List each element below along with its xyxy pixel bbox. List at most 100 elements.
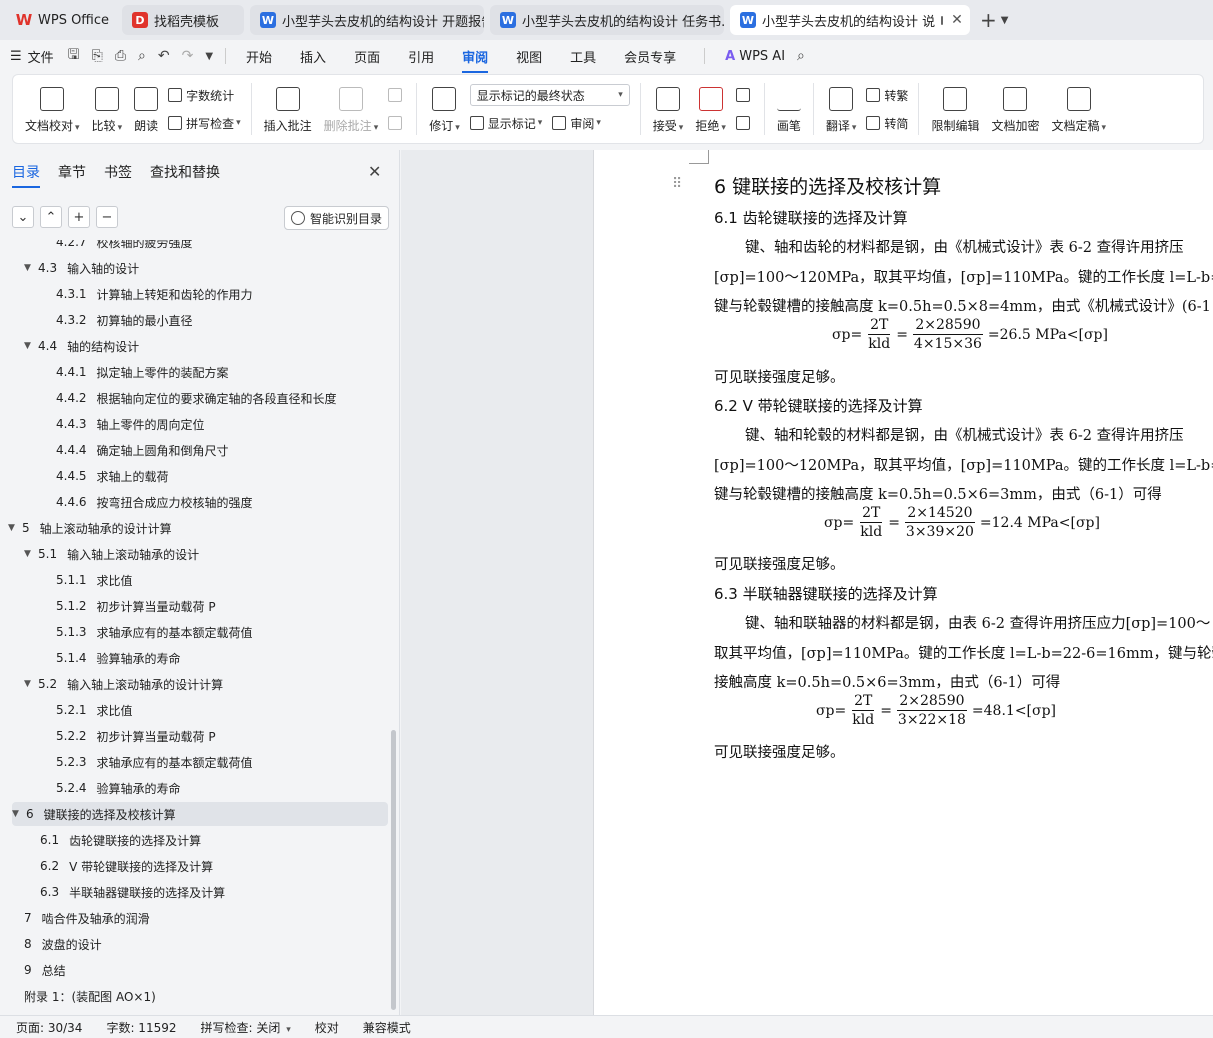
toc-item[interactable]: 4.4.4 确定轴上圆角和倒角尺寸	[0, 438, 229, 462]
new-tab-icon[interactable]: +	[980, 8, 997, 32]
tab-wps-office[interactable]: W WPS Office	[6, 5, 116, 35]
nav-tab-find-replace[interactable]: 查找和替换	[150, 162, 220, 182]
toc-item[interactable]: 5.2.3 求轴承应有的基本额定载荷值	[0, 750, 253, 774]
toc-item[interactable]: 4.2.7 校核轴的疲劳强度	[0, 240, 193, 254]
read-aloud-button[interactable]: 朗读	[128, 79, 164, 139]
add-heading-button[interactable]: +	[68, 206, 90, 228]
tab-insert[interactable]: 插入	[300, 47, 326, 66]
toc-item[interactable]: 7 啮合件及轴承的润滑	[0, 906, 150, 930]
drag-handle-icon[interactable]: ⠿	[672, 176, 682, 192]
expand-caret-icon[interactable]: ▼	[24, 263, 38, 273]
toc-item[interactable]: 4.3.1 计算轴上转矩和齿轮的作用力	[0, 282, 253, 306]
toc-item[interactable]: 6.2 V 带轮键联接的选择及计算	[0, 854, 213, 878]
save-icon[interactable]: 🖫	[68, 44, 80, 68]
toc-item[interactable]: 5.2.1 求比值	[0, 698, 133, 722]
compare-button[interactable]: 比较 ▾	[86, 79, 129, 139]
toc-item[interactable]: ▼ 4.3 输入轴的设计	[0, 256, 139, 280]
expand-caret-icon[interactable]: ▼	[8, 523, 22, 533]
spell-check-status[interactable]: 拼写检查: 关闭 ▾	[201, 1019, 291, 1036]
toc-item[interactable]: 4.4.3 轴上零件的周向定位	[0, 412, 205, 436]
prev-change-button[interactable]	[735, 84, 754, 106]
toc-item[interactable]: 8 波盘的设计	[0, 932, 102, 956]
nav-tab-chapters[interactable]: 章节	[58, 162, 86, 182]
translate-button[interactable]: 翻译 ▾	[820, 79, 863, 139]
close-icon[interactable]: ✕	[951, 12, 963, 28]
doc-finalize-button[interactable]: 文档定稿 ▾	[1045, 79, 1112, 139]
markup-state-select[interactable]: 显示标记的最终状态 ▾	[469, 84, 630, 106]
redo-icon[interactable]: ↷	[182, 48, 194, 64]
pen-button[interactable]: 画笔	[771, 79, 807, 139]
file-menu[interactable]: ☰ 文件	[10, 47, 54, 66]
expand-caret-icon[interactable]: ▼	[24, 549, 38, 559]
insert-comment-button[interactable]: 插入批注	[258, 79, 318, 139]
accept-button[interactable]: 接受 ▾	[647, 79, 690, 139]
search-icon[interactable]: ⌕	[797, 48, 805, 64]
toc-item-selected[interactable]: ▼ 6 键联接的选择及校核计算	[12, 802, 388, 826]
nav-tab-bookmarks[interactable]: 书签	[104, 162, 132, 182]
tab-tools[interactable]: 工具	[570, 47, 596, 66]
toc-scrollbar[interactable]	[391, 730, 396, 1010]
expand-up-button[interactable]: ⌃	[40, 206, 62, 228]
expand-caret-icon[interactable]: ▼	[24, 679, 38, 689]
print-icon[interactable]: ⎙	[115, 48, 126, 64]
toc-item[interactable]: 5.1.4 验算轴承的寿命	[0, 646, 181, 670]
share-icon[interactable]: ⎘	[92, 48, 103, 64]
toc-item[interactable]: 5.1.2 初步计算当量动载荷 P	[0, 594, 216, 618]
chevron-down-icon[interactable]: ▼	[205, 51, 213, 62]
print-preview-icon[interactable]: ⌕	[138, 48, 146, 64]
undo-icon[interactable]: ↶	[158, 48, 170, 64]
toc-item[interactable]: ▼ 5.2 输入轴上滚动轴承的设计计算	[0, 672, 223, 696]
remove-heading-button[interactable]: −	[96, 206, 118, 228]
toc-item[interactable]: 4.4.6 按弯扭合成应力校核轴的强度	[0, 490, 253, 514]
expand-caret-icon[interactable]: ▼	[12, 809, 26, 819]
collapse-all-button[interactable]: ⌄	[12, 206, 34, 228]
toc-item[interactable]: 5.1.1 求比值	[0, 568, 133, 592]
to-traditional-button[interactable]: 转繁	[866, 84, 908, 106]
next-change-button[interactable]	[735, 112, 754, 134]
tab-member[interactable]: 会员专享	[624, 47, 676, 66]
toc-item[interactable]: 5.1.3 求轴承应有的基本额定载荷值	[0, 620, 253, 644]
tab-review[interactable]: 审阅	[462, 47, 489, 73]
review-pane-button[interactable]: 审阅 ▾	[552, 115, 601, 132]
tab-doc-manual-active[interactable]: W 小型芋头去皮机的结构设计 说 ✕	[730, 5, 970, 35]
toc-item[interactable]: 9 总结	[0, 958, 66, 982]
toc-item[interactable]: 附录 1：(装配图 AO×1)	[0, 984, 156, 1008]
chevron-down-icon[interactable]: ▼	[1001, 15, 1009, 26]
next-comment-button[interactable]	[388, 112, 406, 134]
tab-docer-templates[interactable]: D 找稻壳模板	[122, 5, 244, 35]
word-count-button[interactable]: 字数统计	[168, 84, 241, 106]
reject-button[interactable]: 拒绝 ▾	[689, 79, 732, 139]
toc-item[interactable]: 6.1 齿轮键联接的选择及计算	[0, 828, 201, 852]
doc-check-button[interactable]: 文档校对 ▾	[19, 79, 86, 139]
toc-item[interactable]: ▼ 5.1 输入轴上滚动轴承的设计	[0, 542, 199, 566]
smart-toc-button[interactable]: 智能识别目录	[284, 206, 390, 230]
word-count-indicator[interactable]: 字数: 11592	[106, 1019, 176, 1036]
screen-icon[interactable]	[941, 15, 944, 25]
toc-item[interactable]: 5.2.2 初步计算当量动载荷 P	[0, 724, 216, 748]
to-simplified-button[interactable]: 转简	[866, 112, 908, 134]
prev-comment-button[interactable]	[388, 84, 406, 106]
delete-comment-button[interactable]: 删除批注 ▾	[318, 79, 385, 139]
show-markup-button[interactable]: 显示标记 ▾	[469, 115, 542, 132]
toc-item[interactable]: 4.4.5 求轴上的载荷	[0, 464, 169, 488]
toc-item[interactable]: ▼ 4.4 轴的结构设计	[0, 334, 139, 358]
tab-doc-proposal[interactable]: W 小型芋头去皮机的结构设计 开题报告	[250, 5, 484, 35]
spell-check-button[interactable]: 拼写检查 ▾	[168, 112, 241, 134]
revise-button[interactable]: 修订 ▾	[423, 79, 466, 139]
nav-tab-toc[interactable]: 目录	[12, 162, 40, 188]
tab-view[interactable]: 视图	[516, 47, 542, 66]
expand-caret-icon[interactable]: ▼	[24, 341, 38, 351]
tab-start[interactable]: 开始	[246, 47, 272, 66]
proofread-status[interactable]: 校对	[315, 1019, 339, 1036]
toc-item[interactable]: 4.4.1 拟定轴上零件的装配方案	[0, 360, 229, 384]
toc-item[interactable]: ▼ 5 轴上滚动轴承的设计计算	[0, 516, 172, 540]
close-icon[interactable]: ✕	[368, 162, 381, 181]
restrict-edit-button[interactable]: 限制编辑	[925, 79, 985, 139]
wps-ai-button[interactable]: A WPS AI	[725, 49, 785, 64]
page-indicator[interactable]: 页面: 30/34	[16, 1019, 82, 1036]
toc-item[interactable]: 6.3 半联轴器键联接的选择及计算	[0, 880, 225, 904]
toc-item[interactable]: 4.3.2 初算轴的最小直径	[0, 308, 193, 332]
tab-doc-task[interactable]: W 小型芋头去皮机的结构设计 任务书.dc	[490, 5, 724, 35]
doc-encrypt-button[interactable]: 文档加密	[985, 79, 1045, 139]
toc-item[interactable]: 4.4.2 根据轴向定位的要求确定轴的各段直径和长度	[0, 386, 337, 410]
